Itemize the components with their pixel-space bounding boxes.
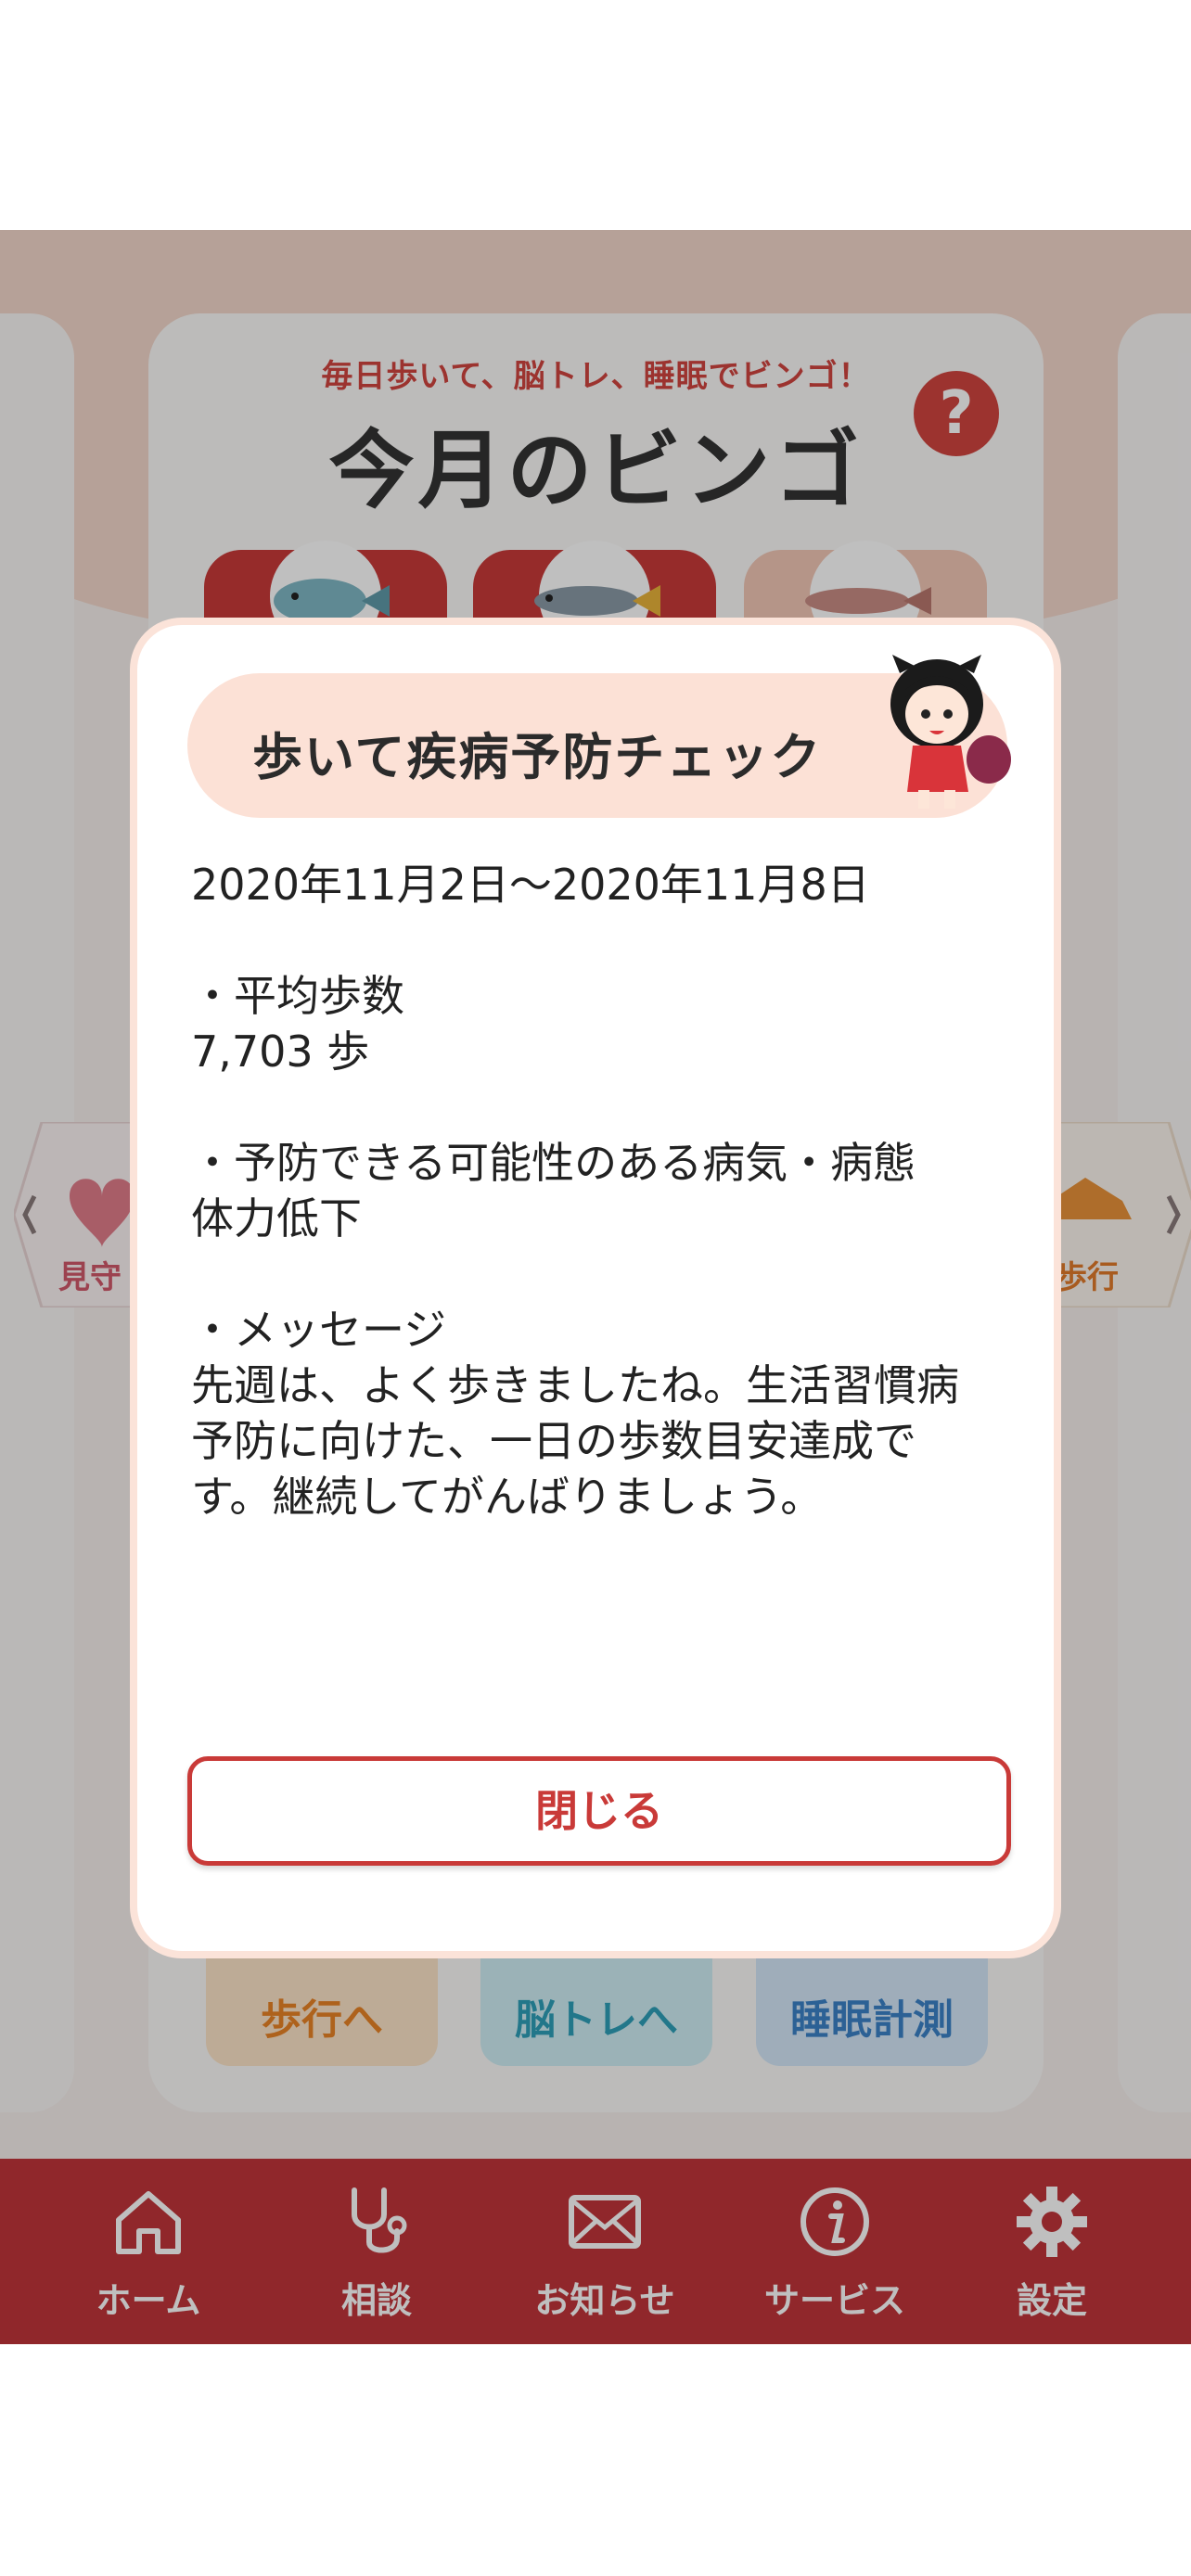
dialog-body: 2020年11月2日〜2020年11月8日 ・平均歩数 7,703 歩 ・予防で… <box>191 857 1007 1524</box>
disease-heading: ・予防できる可能性のある病気・病態 <box>191 1138 916 1188</box>
date-range: 2020年11月2日〜2020年11月8日 <box>191 860 870 910</box>
dialog-title: 歩いて疾病予防チェック <box>252 728 823 786</box>
dialog-header: 歩いて疾病予防チェック <box>187 655 1011 818</box>
message-heading: ・メッセージ <box>191 1305 447 1355</box>
disease-prevention-dialog: 歩いて疾病予防チェック 2020年11月2日〜2020年11月8日 ・平均歩数 … <box>130 618 1061 1958</box>
avg-steps-value: 7,703 歩 <box>191 1027 370 1077</box>
avg-steps-heading: ・平均歩数 <box>191 971 404 1021</box>
message-line: 予防に向けた、一日の歩数目安達成で <box>191 1416 916 1466</box>
message-line: す。継続してがんばりましょう。 <box>191 1472 824 1522</box>
disease-value: 体力低下 <box>191 1193 362 1243</box>
message-line: 先週は、よく歩きましたね。生活習慣病 <box>191 1360 959 1410</box>
mascot-girl-icon <box>890 655 1011 809</box>
close-button[interactable]: 閉じる <box>187 1756 1011 1866</box>
